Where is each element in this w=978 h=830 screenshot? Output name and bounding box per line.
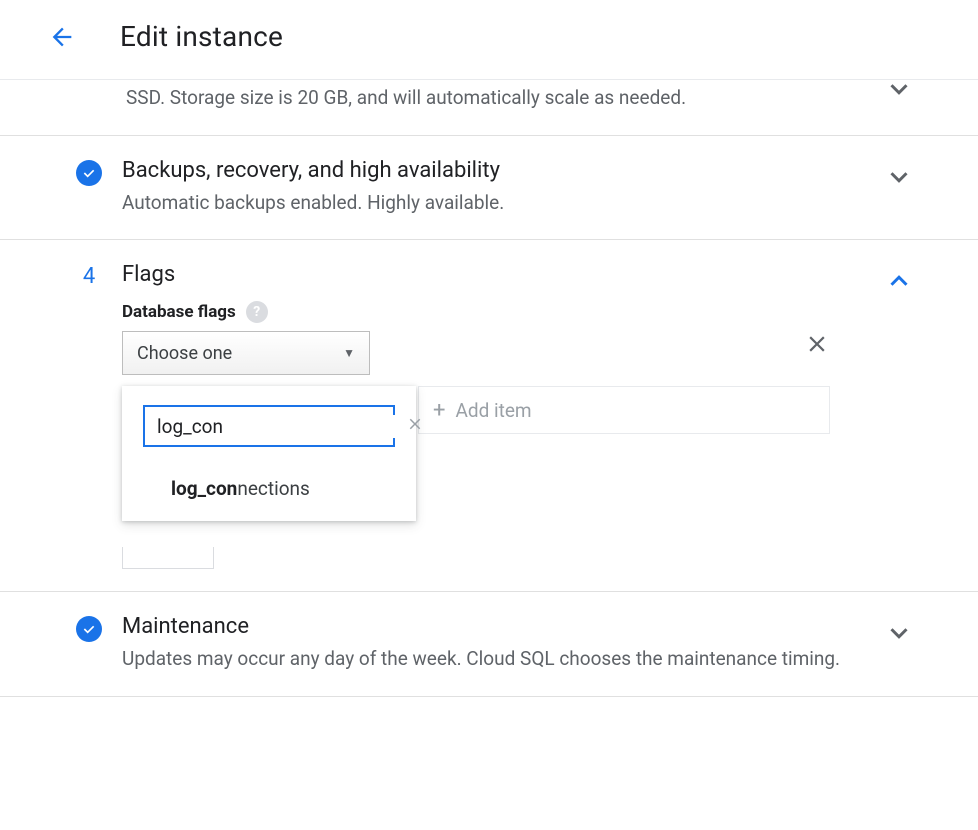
section-backups[interactable]: Backups, recovery, and high availability… xyxy=(0,136,978,241)
dropdown-panel: log_connections xyxy=(122,386,416,521)
section-storage: SSD. Storage size is 20 GB, and will aut… xyxy=(0,80,978,136)
dropdown-option-log-connections[interactable]: log_connections xyxy=(123,461,415,520)
plus-icon: + xyxy=(433,398,445,423)
maintenance-title: Maintenance xyxy=(122,614,918,639)
check-circle-icon xyxy=(76,160,102,186)
field-stub xyxy=(122,547,214,569)
clear-icon[interactable] xyxy=(402,414,428,438)
add-item-button[interactable]: + Add item xyxy=(418,386,830,434)
back-arrow-icon[interactable] xyxy=(48,23,76,51)
remove-flag-button[interactable] xyxy=(804,331,830,363)
caret-down-icon: ▼ xyxy=(343,346,355,360)
chevron-down-icon[interactable] xyxy=(884,74,914,108)
chevron-down-icon[interactable] xyxy=(884,162,914,196)
help-icon[interactable]: ? xyxy=(246,301,268,323)
storage-description: SSD. Storage size is 20 GB, and will aut… xyxy=(126,84,818,113)
maintenance-subtitle: Updates may occur any day of the week. C… xyxy=(122,645,918,674)
backups-subtitle: Automatic backups enabled. Highly availa… xyxy=(122,189,918,218)
step-number: 4 xyxy=(76,264,102,289)
backups-title: Backups, recovery, and high availability xyxy=(122,158,918,183)
dropdown-placeholder: Choose one xyxy=(137,343,232,364)
flag-search-field[interactable] xyxy=(157,415,402,438)
flag-dropdown[interactable]: Choose one ▼ xyxy=(122,331,370,375)
chevron-up-icon[interactable] xyxy=(884,266,914,300)
flags-subheading: Database flags xyxy=(122,302,236,322)
section-maintenance[interactable]: Maintenance Updates may occur any day of… xyxy=(0,592,978,697)
page-title: Edit instance xyxy=(120,20,283,53)
option-rest: nections xyxy=(237,477,309,500)
check-circle-icon xyxy=(76,616,102,642)
flags-title: Flags xyxy=(122,262,918,287)
section-flags: 4 Flags Database flags ? Choose one ▼ xyxy=(0,240,978,592)
option-match: log_con xyxy=(171,477,237,500)
flag-search-input[interactable] xyxy=(143,405,395,447)
chevron-down-icon[interactable] xyxy=(884,618,914,652)
page-header: Edit instance xyxy=(0,0,978,80)
add-item-label: Add item xyxy=(455,399,531,422)
